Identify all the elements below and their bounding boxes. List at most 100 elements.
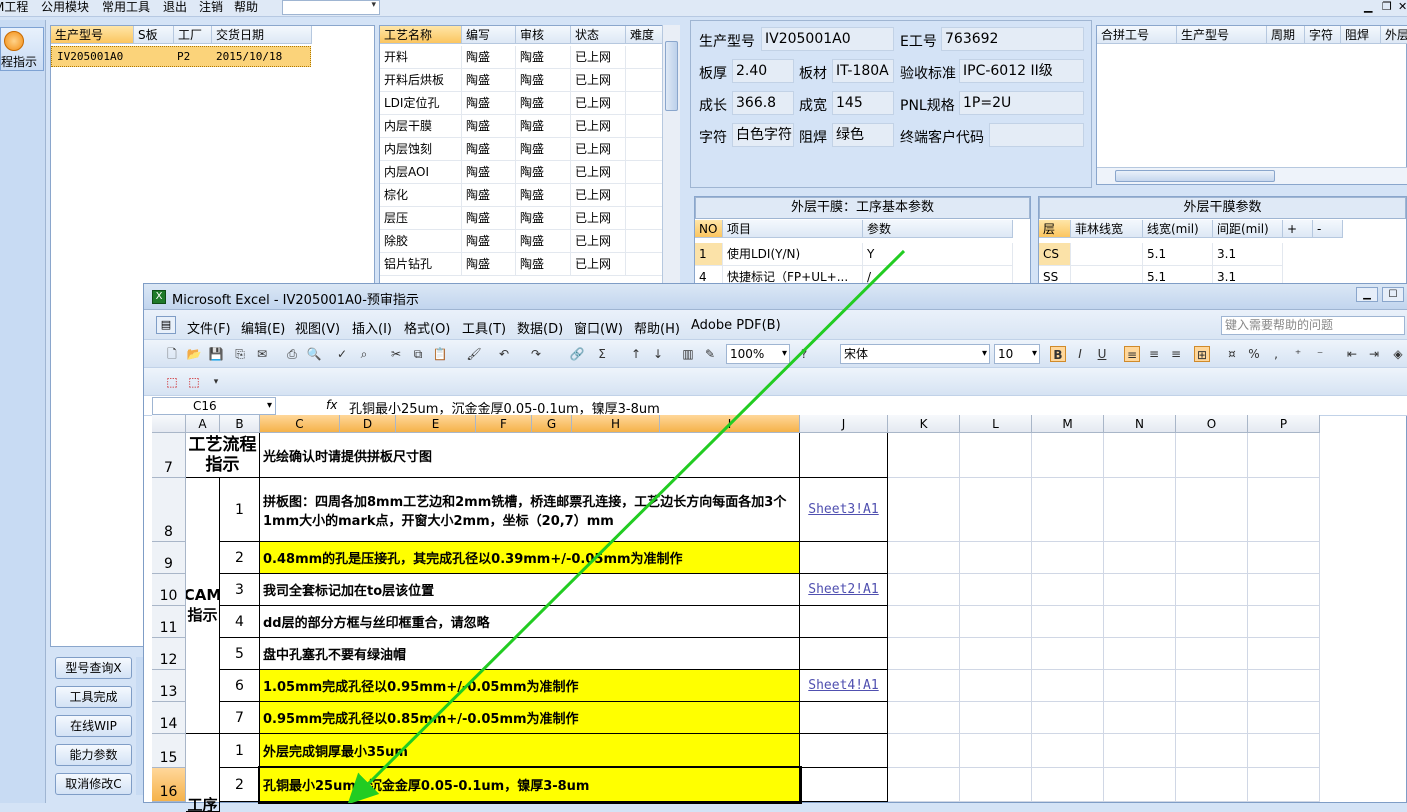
empty-cell[interactable] — [1248, 433, 1320, 478]
empty-cell[interactable] — [1104, 574, 1176, 606]
instruction-cell[interactable]: 外层完成铜厚最小35um — [260, 734, 800, 768]
col-header-character[interactable]: 字符 — [1305, 26, 1341, 44]
table-row[interactable]: IV205001A0 P2 2015/10/18 — [51, 46, 311, 67]
cell-difficulty[interactable] — [626, 138, 664, 161]
empty-cell[interactable] — [888, 670, 960, 702]
table-cell[interactable]: 陶盛 — [516, 207, 571, 230]
process-grid-scrollbar[interactable] — [662, 25, 680, 285]
top-combo-box[interactable] — [282, 0, 380, 15]
col-header-merge-number[interactable]: 合拼工号 — [1097, 26, 1177, 44]
item-number-cell[interactable]: 1 — [220, 734, 260, 768]
paste-icon[interactable]: 📋 — [432, 346, 448, 362]
new-icon[interactable]: 🗋 — [164, 346, 180, 362]
col-header-s-board[interactable]: S板 — [134, 26, 174, 44]
empty-cell[interactable] — [1176, 670, 1248, 702]
instruction-cell[interactable]: 我司全套标记加在to层该位置 — [260, 574, 800, 606]
row-header[interactable]: 16 — [152, 768, 186, 802]
col-header-spacing[interactable]: 间距(mil) — [1213, 220, 1283, 238]
table-cell[interactable]: 已上网 — [571, 230, 626, 253]
instruction-cell[interactable]: 盘中孔塞孔不要有绿油帽 — [260, 638, 800, 670]
help-question-input[interactable]: 键入需要帮助的问题 — [1221, 316, 1405, 335]
empty-cell[interactable] — [1032, 606, 1104, 638]
cell-difficulty[interactable] — [626, 115, 664, 138]
model-query-button[interactable]: 型号查询X — [55, 657, 132, 679]
decrease-decimal-icon[interactable]: ⁻ — [1312, 346, 1328, 362]
empty-cell[interactable] — [1176, 478, 1248, 542]
cell-difficulty[interactable] — [626, 46, 664, 69]
menu-edit[interactable]: 编辑(E) — [241, 318, 285, 337]
research-icon[interactable]: ⌕ — [356, 346, 372, 362]
menu-tools[interactable]: 工具(T) — [462, 318, 506, 337]
empty-cell[interactable] — [1176, 606, 1248, 638]
empty-cell[interactable] — [1104, 638, 1176, 670]
restore-icon[interactable]: ❐ — [1382, 0, 1392, 13]
cell-process-name[interactable]: 内层干膜 — [380, 115, 462, 138]
empty-cell[interactable] — [1104, 478, 1176, 542]
item-number-cell[interactable]: 1 — [220, 478, 260, 542]
chart-wizard-icon[interactable]: ▥ — [680, 346, 696, 362]
row-header[interactable]: 15 — [152, 734, 186, 768]
link-cell[interactable] — [800, 542, 888, 574]
print-preview-icon[interactable]: 🔍 — [306, 346, 322, 362]
empty-cell[interactable] — [888, 734, 960, 768]
table-cell[interactable]: 陶盛 — [516, 184, 571, 207]
decrease-indent-icon[interactable]: ⇤ — [1344, 346, 1360, 362]
online-wip-button[interactable]: 在线WIP — [55, 715, 132, 737]
column-header-n[interactable]: N — [1104, 415, 1176, 433]
link-cell[interactable] — [800, 433, 888, 478]
col-header-plus[interactable]: + — [1283, 220, 1313, 238]
col-header-no[interactable]: NO — [695, 220, 723, 238]
item-number-cell[interactable]: 6 — [220, 670, 260, 702]
column-header-d[interactable]: D — [340, 415, 396, 433]
col-header-film-width[interactable]: 菲林线宽 — [1071, 220, 1143, 238]
empty-cell[interactable] — [1176, 574, 1248, 606]
empty-cell[interactable] — [1176, 542, 1248, 574]
sheet-hyperlink[interactable]: Sheet2!A1 — [808, 582, 878, 597]
empty-cell[interactable] — [1176, 734, 1248, 768]
col-header-reviewer[interactable]: 审核 — [516, 26, 571, 44]
cell-process-name[interactable]: 层压 — [380, 207, 462, 230]
link-cell[interactable] — [800, 734, 888, 768]
column-header-c[interactable]: C — [260, 415, 340, 433]
cell-difficulty[interactable] — [626, 161, 664, 184]
align-left-icon[interactable]: ≡ — [1124, 346, 1140, 362]
col-header-merge-model[interactable]: 生产型号 — [1177, 26, 1267, 44]
menu-item-public-module[interactable]: 公用模块 — [41, 0, 89, 14]
empty-cell[interactable] — [1248, 670, 1320, 702]
comma-icon[interactable]: , — [1268, 346, 1284, 362]
item-number-cell[interactable]: 2 — [220, 542, 260, 574]
column-header-j[interactable]: J — [800, 415, 888, 433]
col-header-cycle[interactable]: 周期 — [1267, 26, 1305, 44]
col-header-difficulty[interactable]: 难度 — [626, 26, 664, 44]
empty-cell[interactable] — [1032, 574, 1104, 606]
empty-cell[interactable] — [1248, 702, 1320, 734]
empty-cell[interactable] — [960, 702, 1032, 734]
zoom-combo[interactable]: 100% — [726, 344, 790, 364]
empty-cell[interactable] — [1248, 542, 1320, 574]
empty-cell[interactable] — [960, 478, 1032, 542]
instruction-cell[interactable]: 0.95mm完成孔径以0.85mm+/-0.05mm为准制作 — [260, 702, 800, 734]
empty-cell[interactable] — [1104, 702, 1176, 734]
link-cell[interactable] — [800, 702, 888, 734]
empty-cell[interactable] — [1032, 734, 1104, 768]
link-cell[interactable] — [800, 768, 888, 802]
cell-process-name[interactable]: 开料后烘板 — [380, 69, 462, 92]
link-cell[interactable] — [800, 638, 888, 670]
empty-cell[interactable] — [1104, 768, 1176, 802]
table-cell[interactable]: 陶盛 — [516, 138, 571, 161]
row-header[interactable]: 11 — [152, 606, 186, 638]
item-number-cell[interactable]: 4 — [220, 606, 260, 638]
underline-icon[interactable]: U — [1094, 346, 1110, 362]
menu-adobe-pdf[interactable]: Adobe PDF(B) — [691, 318, 781, 333]
cell-difficulty[interactable] — [626, 92, 664, 115]
copy-icon[interactable]: ⧉ — [410, 346, 426, 362]
cell-process-name[interactable]: 内层AOI — [380, 161, 462, 184]
empty-cell[interactable] — [1032, 478, 1104, 542]
table-cell[interactable]: 已上网 — [571, 69, 626, 92]
currency-icon[interactable]: ¤ — [1224, 346, 1240, 362]
help-icon[interactable]: ? — [796, 346, 812, 362]
column-header-g[interactable]: G — [532, 415, 572, 433]
empty-cell[interactable] — [960, 768, 1032, 802]
table-cell[interactable]: 已上网 — [571, 138, 626, 161]
empty-cell[interactable] — [1032, 542, 1104, 574]
